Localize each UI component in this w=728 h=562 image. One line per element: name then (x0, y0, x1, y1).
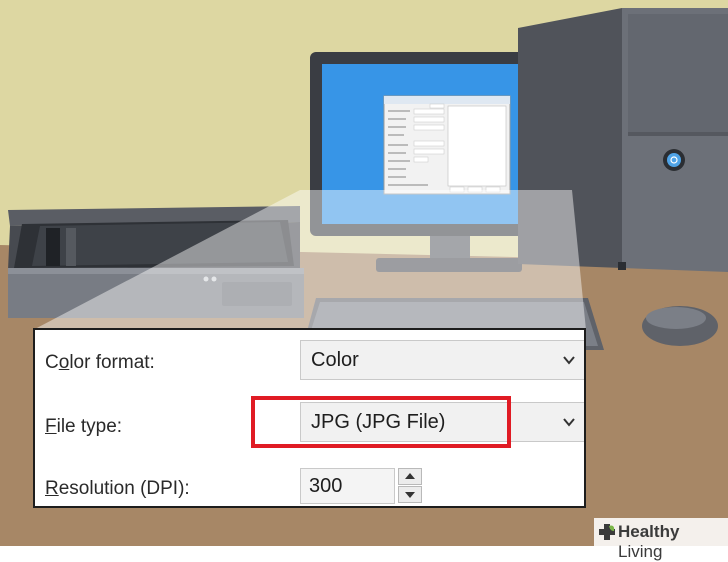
file-type-highlight (251, 396, 511, 448)
chevron-down-icon (563, 418, 575, 427)
caret-up-icon (405, 473, 415, 479)
resolution-label: Resolution (DPI): (45, 478, 190, 499)
mouse-icon (642, 306, 718, 346)
color-format-label: Color format: (45, 352, 155, 373)
watermark: Healthy Living (594, 518, 728, 561)
resolution-stepper (398, 468, 422, 504)
resolution-value: 300 (309, 475, 343, 497)
plus-leaf-icon (599, 524, 615, 540)
chevron-down-icon (563, 356, 575, 365)
color-format-value: Color (311, 349, 359, 371)
scan-settings-callout: Color format: Color File type: JPG (JPG … (33, 328, 586, 508)
watermark-brand-rest: Living (618, 542, 663, 561)
increment-button[interactable] (398, 468, 422, 485)
caret-down-icon (405, 492, 415, 498)
file-type-label: File type: (45, 416, 123, 437)
resolution-input[interactable]: 300 (300, 468, 395, 504)
decrement-button[interactable] (398, 486, 422, 503)
color-format-dropdown[interactable]: Color (300, 340, 584, 380)
watermark-brand: Healthy (618, 522, 680, 541)
